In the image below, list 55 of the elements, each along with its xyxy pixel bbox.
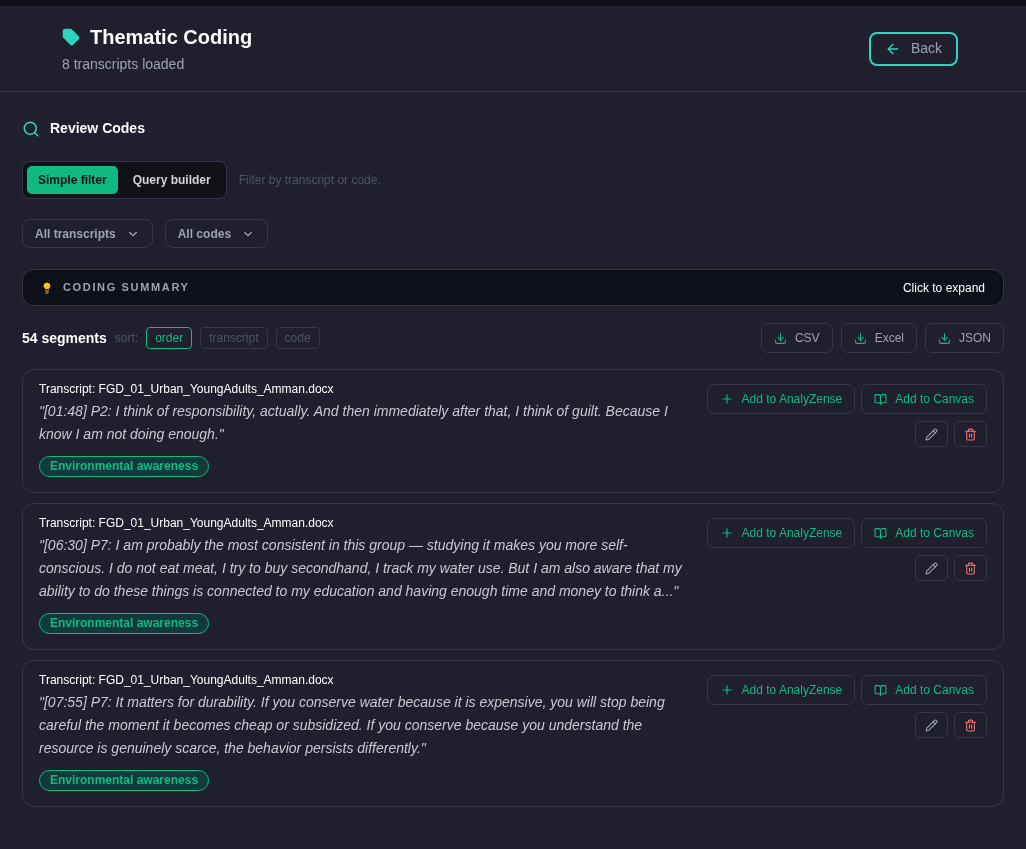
summary-title: CODING SUMMARY xyxy=(63,280,190,296)
add-to-canvas-button[interactable]: Add to Canvas xyxy=(861,675,987,705)
trash-icon xyxy=(964,427,977,441)
book-icon xyxy=(874,392,888,406)
coding-summary-bar[interactable]: CODING SUMMARY Click to expand xyxy=(22,269,1004,306)
tag-icon xyxy=(62,28,80,46)
export-button[interactable]: JSON xyxy=(925,323,1004,353)
page-title: Thematic Coding xyxy=(90,25,253,50)
delete-button[interactable] xyxy=(954,712,987,738)
segment-quote: "[06:30] P7: I am probably the most consistent in this group — studying it makes you more self-conscious. I do not eat meat, I try to buy secondhand, I track my water use. But I am also aware that my ability to do these things is connected to my education and having enough time and money to think a..." xyxy=(39,536,684,601)
segment-quote: "[01:48] P2: I think of responsibility, actually. And then immediately after that, I think of guilt. Because I know I am not doing enough." xyxy=(39,402,669,444)
trash-icon xyxy=(964,718,977,732)
trash-icon xyxy=(964,561,977,575)
delete-button[interactable] xyxy=(954,555,987,581)
plus-icon xyxy=(719,683,734,697)
transcript-name: Transcript: FGD_01_Urban_YoungAdults_Amman.docx xyxy=(39,381,335,397)
add-to-canvas-button[interactable]: Add to Canvas xyxy=(861,384,987,414)
segment-quote: "[07:55] P7: It matters for durability. If you conserve water because it is expensive, you will stop being careful the moment it becomes cheap or subsidized. If you conserve because you understand the resource is genuinely scarce, the behavior persists differently." xyxy=(39,693,666,758)
back-button[interactable]: Back xyxy=(868,31,958,66)
section-title: Review Codes xyxy=(50,119,145,138)
download-icon xyxy=(938,331,951,345)
add-to-analyzense-button[interactable]: Add to AnalyZense xyxy=(706,384,856,414)
edit-button[interactable] xyxy=(915,421,948,447)
edit-button[interactable] xyxy=(915,712,948,738)
sort-option[interactable]: order xyxy=(146,327,193,349)
page-subtitle: 8 transcripts loaded xyxy=(62,55,186,74)
pencil-icon xyxy=(925,561,938,575)
book-icon xyxy=(874,526,888,540)
filter-mode-tab[interactable]: Simple filter xyxy=(27,166,118,194)
segment-count: 54 segments xyxy=(22,328,107,348)
pencil-icon xyxy=(925,427,938,441)
search-icon xyxy=(22,119,40,138)
add-to-analyzense-button[interactable]: Add to AnalyZense xyxy=(706,518,856,548)
expand-label: Click to expand xyxy=(902,279,985,297)
export-button[interactable]: Excel xyxy=(840,323,917,353)
filter-mode-tab[interactable]: Query builder xyxy=(121,166,222,194)
edit-button[interactable] xyxy=(915,555,948,581)
filter-dropdown[interactable]: All transcripts xyxy=(22,219,153,248)
transcript-name: Transcript: FGD_01_Urban_YoungAdults_Amman.docx xyxy=(39,515,335,531)
lightbulb-icon xyxy=(41,281,53,294)
export-button[interactable]: CSV xyxy=(760,323,833,353)
book-icon xyxy=(874,683,888,697)
code-tag: Environmental awareness xyxy=(39,613,210,634)
code-tag: Environmental awareness xyxy=(39,770,210,791)
delete-button[interactable] xyxy=(954,421,987,447)
plus-icon xyxy=(719,526,734,540)
code-tag: Environmental awareness xyxy=(39,456,210,477)
add-to-analyzense-button[interactable]: Add to AnalyZense xyxy=(706,675,856,705)
add-to-canvas-button[interactable]: Add to Canvas xyxy=(861,518,987,548)
download-icon xyxy=(853,331,867,345)
plus-icon xyxy=(719,392,734,406)
transcript-name: Transcript: FGD_01_Urban_YoungAdults_Amman.docx xyxy=(39,672,335,688)
pencil-icon xyxy=(925,718,938,732)
download-icon xyxy=(773,331,787,345)
filter-dropdown[interactable]: All codes xyxy=(164,219,269,248)
